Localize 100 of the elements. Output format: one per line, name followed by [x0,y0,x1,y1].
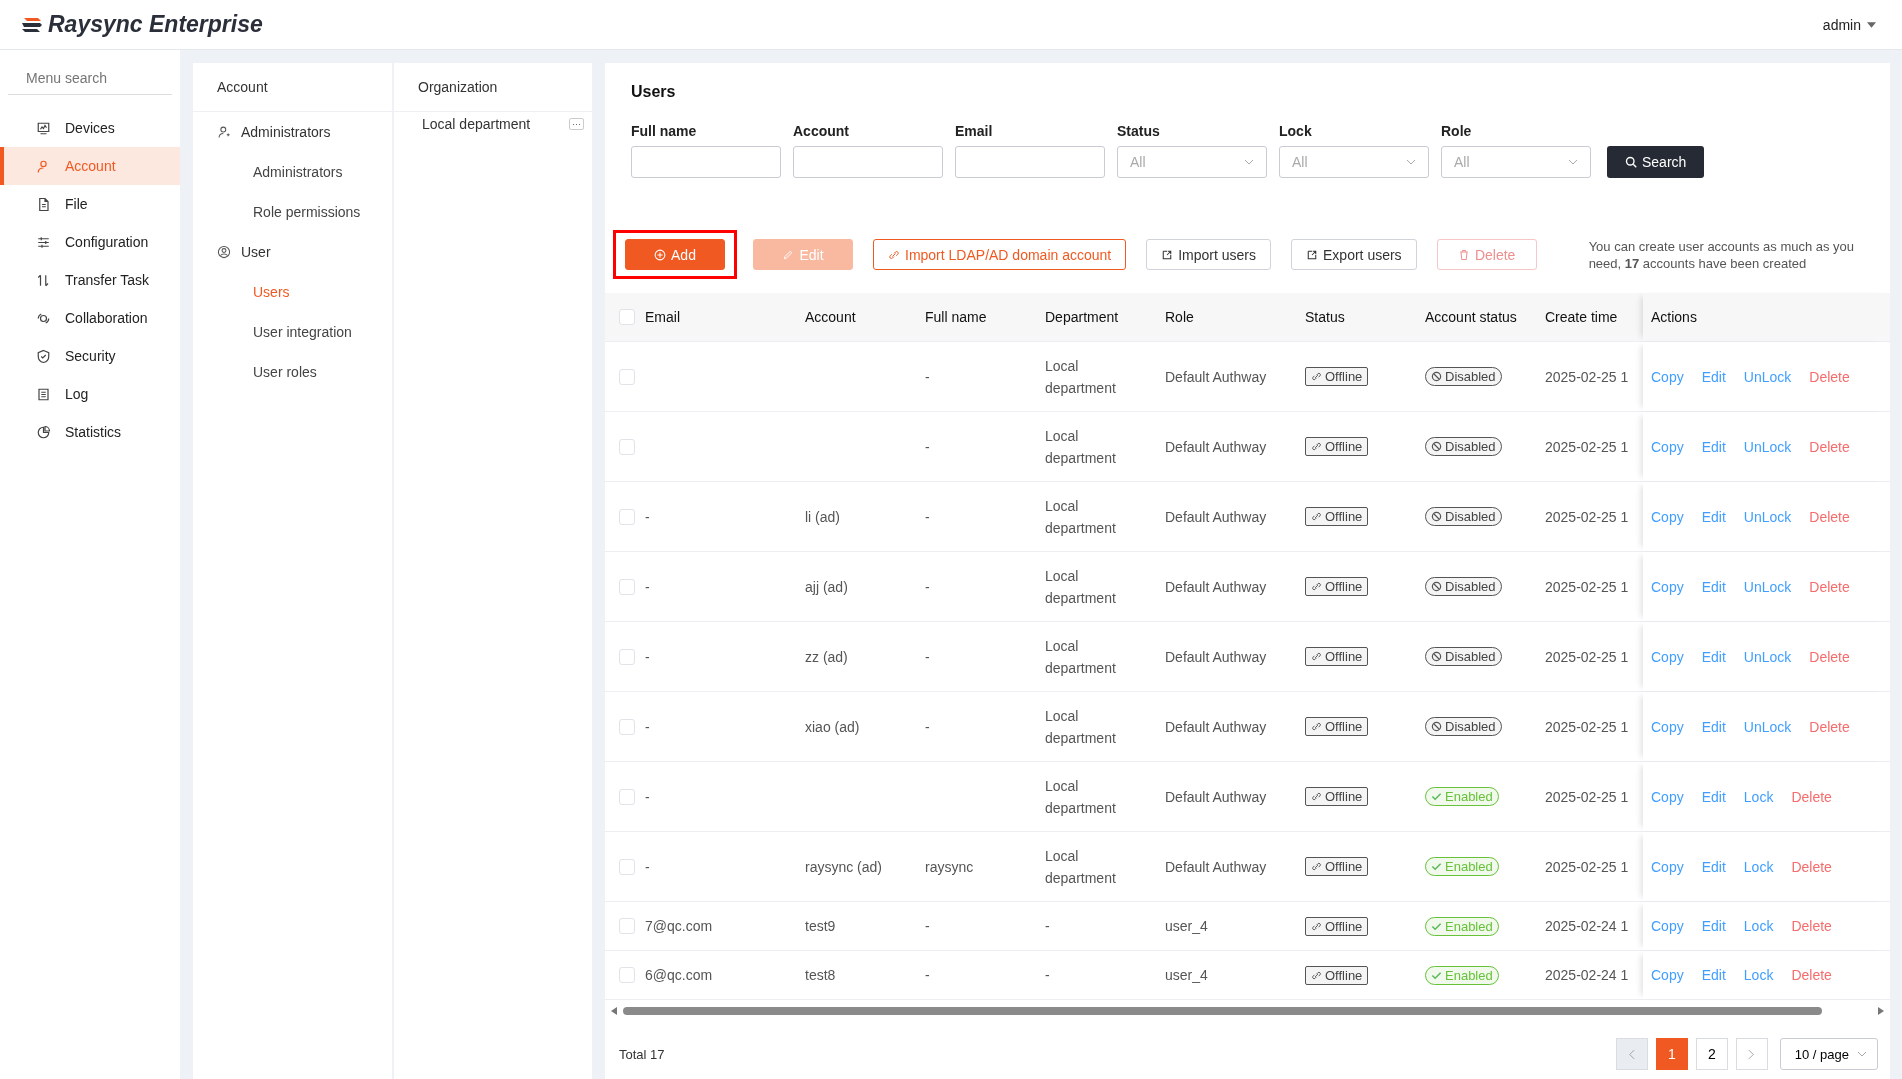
action-link[interactable]: Edit [1701,648,1726,665]
search-button[interactable]: Search [1607,146,1705,178]
sidebar-item[interactable]: Account [0,147,180,185]
table-cell: - [925,368,930,385]
action-link[interactable]: Copy [1651,648,1684,665]
column-header: Account [805,308,857,327]
select-all-checkbox[interactable] [619,309,635,325]
text-input[interactable] [793,146,943,178]
sidebar-item[interactable]: Security [0,337,180,375]
sidebar-item[interactable]: Statistics [0,413,180,451]
action-link[interactable]: UnLock [1743,508,1792,525]
sidebar-item[interactable]: Collaboration [0,299,180,337]
table-cell: Default Authway [1165,508,1267,525]
next-page-button[interactable] [1735,1038,1768,1070]
action-link[interactable]: Lock [1743,858,1774,875]
filter-label: Email [955,123,994,139]
action-link[interactable]: Edit [1701,438,1726,455]
select-field[interactable]: All [1117,146,1267,178]
action-link[interactable]: Lock [1743,788,1774,805]
action-link[interactable]: Delete [1791,967,1832,983]
menu-group[interactable]: Administrators [193,112,392,152]
chevron-down-icon [1244,159,1254,165]
submenu-item[interactable]: User integration [193,312,392,352]
table-cell: - [925,967,930,983]
action-link[interactable]: Delete [1791,918,1832,934]
row-checkbox[interactable] [619,578,635,595]
sidebar-item[interactable]: Configuration [0,223,180,261]
action-link[interactable]: Delete [1809,508,1850,525]
more-button[interactable]: ··· [569,118,584,130]
action-link[interactable]: Edit [1701,508,1726,525]
text-input[interactable] [955,146,1105,178]
toolbar-button[interactable]: Import users [1146,239,1272,270]
action-link[interactable]: Delete [1791,788,1832,805]
action-link[interactable]: Copy [1651,718,1684,735]
menu-group[interactable]: User [193,232,392,272]
tree-item[interactable]: Local department [422,116,531,132]
select-field[interactable]: All [1279,146,1429,178]
action-link[interactable]: Edit [1701,858,1726,875]
action-link[interactable]: Delete [1809,438,1850,455]
user-menu[interactable]: admin [1816,15,1882,34]
page-button[interactable]: 1 [1655,1038,1688,1070]
submenu-item[interactable]: Role permissions [193,192,392,232]
action-link[interactable]: UnLock [1743,648,1792,665]
row-checkbox[interactable] [619,967,635,983]
sidebar-item[interactable]: Log [0,375,180,413]
row-checkbox[interactable] [619,918,635,934]
action-link[interactable]: UnLock [1743,718,1792,735]
toolbar-button[interactable]: Import LDAP/AD domain account [873,239,1127,270]
row-checkbox[interactable] [619,858,635,875]
table-cell: Default Authway [1165,368,1267,385]
action-link[interactable]: Copy [1651,788,1684,805]
sidebar-item[interactable]: Devices [0,109,180,147]
sidebar-item[interactable]: File [0,185,180,223]
row-checkbox[interactable] [619,508,635,525]
action-link[interactable]: Delete [1791,858,1832,875]
action-link[interactable]: Copy [1651,918,1684,934]
action-link[interactable]: UnLock [1743,438,1792,455]
action-link[interactable]: Delete [1809,648,1850,665]
action-link[interactable]: Edit [1701,368,1726,385]
action-link[interactable]: Copy [1651,578,1684,595]
toolbar-button[interactable]: Export users [1291,239,1417,270]
action-link[interactable]: Delete [1809,718,1850,735]
action-link[interactable]: Edit [1701,578,1726,595]
page-size-select[interactable]: 10 / page [1779,1038,1878,1070]
sidebar-item[interactable]: Transfer Task [0,261,180,299]
link-icon [1311,721,1322,732]
submenu-item[interactable]: Users [193,272,392,312]
action-link[interactable]: Edit [1701,788,1726,805]
column-header: Email [645,308,681,327]
row-checkbox[interactable] [619,788,635,805]
table-cell: Default Authway [1165,438,1267,455]
table-cell: test8 [805,967,836,983]
action-link[interactable]: Copy [1651,858,1684,875]
action-link[interactable]: Lock [1743,918,1774,934]
action-link[interactable]: UnLock [1743,368,1792,385]
submenu-item[interactable]: User roles [193,352,392,392]
row-checkbox[interactable] [619,648,635,665]
submenu-item[interactable]: Administrators [193,152,392,192]
action-link[interactable]: Delete [1809,578,1850,595]
action-link[interactable]: Edit [1701,918,1726,934]
text-input[interactable] [631,146,781,178]
table-cell: 2025-02-24 1 [1545,918,1629,934]
action-link[interactable]: Copy [1651,967,1684,983]
status-tag: Offline [1305,916,1369,936]
toolbar-button[interactable]: Add [625,239,725,270]
row-checkbox[interactable] [619,438,635,455]
row-checkbox[interactable] [619,368,635,385]
filter-label: Status [1117,123,1161,139]
action-link[interactable]: Copy [1651,438,1684,455]
action-link[interactable]: UnLock [1743,578,1792,595]
row-checkbox[interactable] [619,718,635,735]
page-button[interactable]: 2 [1695,1038,1728,1070]
action-link[interactable]: Copy [1651,368,1684,385]
action-link[interactable]: Delete [1809,368,1850,385]
select-field[interactable]: All [1441,146,1591,178]
action-link[interactable]: Edit [1701,967,1726,983]
action-link[interactable]: Copy [1651,508,1684,525]
action-link[interactable]: Edit [1701,718,1726,735]
action-link[interactable]: Lock [1743,967,1774,983]
horizontal-scrollbar[interactable] [611,1004,1884,1018]
